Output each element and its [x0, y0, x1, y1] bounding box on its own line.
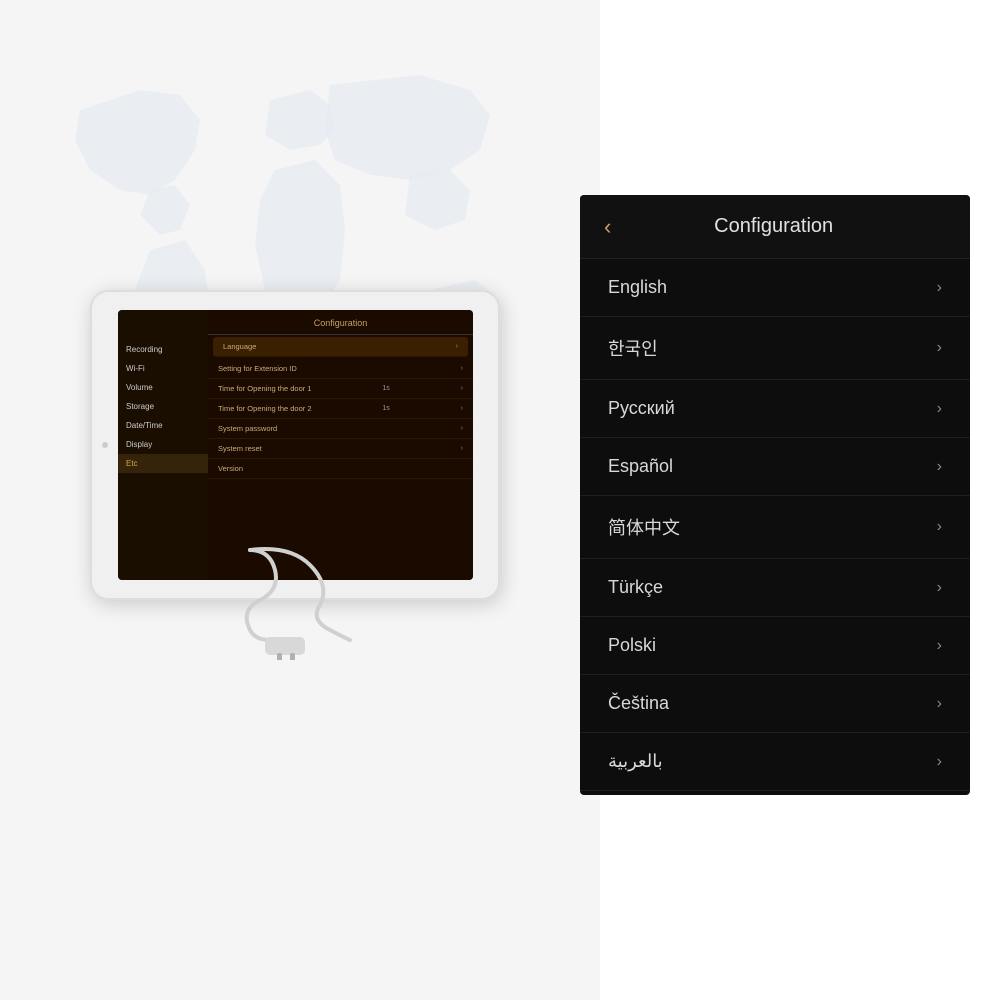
screen-config-title: Configuration — [208, 310, 473, 335]
lang-name-english: English — [608, 277, 667, 298]
lang-chevron-turkish: › — [937, 579, 942, 597]
lang-item-spanish[interactable]: Español › — [580, 438, 970, 496]
sidebar-datetime: Date/Time — [118, 416, 208, 435]
back-button[interactable]: ‹ — [604, 216, 611, 238]
screen-menu-door2: Time for Opening the door 2 1s › — [208, 399, 473, 419]
screen-menu-extension-label: Setting for Extension ID — [218, 364, 297, 373]
lang-name-polish: Polski — [608, 635, 656, 656]
lang-item-arabic[interactable]: بالعربية › — [580, 733, 970, 791]
lang-name-turkish: Türkçe — [608, 577, 663, 598]
lang-panel-header: ‹ Configuration — [580, 195, 970, 259]
lang-item-korean[interactable]: 한국인 › — [580, 317, 970, 380]
screen-menu-reset: System reset › — [208, 439, 473, 459]
lang-name-chinese: 简体中文 — [608, 514, 680, 540]
tablet-camera — [102, 442, 108, 448]
screen-menu-language-label: Language — [223, 342, 256, 351]
lang-chevron-arabic: › — [937, 753, 942, 771]
screen-menu-language: Language › — [213, 337, 468, 357]
lang-chevron-russian: › — [937, 400, 942, 418]
lang-item-polish[interactable]: Polski › — [580, 617, 970, 675]
sidebar-etc: Etc — [118, 454, 208, 473]
tablet-device: Recording Wi-Fi Volume Storage Date/Time… — [40, 280, 540, 660]
lang-item-czech[interactable]: Čeština › — [580, 675, 970, 733]
power-cable — [190, 540, 390, 660]
lang-item-chinese[interactable]: 简体中文 › — [580, 496, 970, 559]
language-list: English › 한국인 › Русский › Español › 简体中文… — [580, 259, 970, 795]
screen-menu-password-label: System password — [218, 424, 277, 433]
sidebar-volume: Volume — [118, 378, 208, 397]
lang-name-arabic: بالعربية — [608, 751, 663, 772]
screen-menu-door1-label: Time for Opening the door 1 — [218, 384, 312, 393]
lang-name-russian: Русский — [608, 398, 675, 419]
lang-name-korean: 한국인 — [608, 335, 658, 361]
screen-menu-door1: Time for Opening the door 1 1s › — [208, 379, 473, 399]
lang-name-spanish: Español — [608, 456, 673, 477]
screen-menu-version: Version — [208, 459, 473, 479]
lang-panel-title: Configuration — [621, 215, 946, 238]
screen-menu-password: System password › — [208, 419, 473, 439]
language-selection-panel: ‹ Configuration English › 한국인 › Русский … — [580, 195, 970, 795]
sidebar-recording: Recording — [118, 340, 208, 359]
lang-chevron-chinese: › — [937, 518, 942, 536]
lang-chevron-english: › — [937, 279, 942, 297]
screen-menu-reset-label: System reset — [218, 444, 262, 453]
screen-menu-door2-label: Time for Opening the door 2 — [218, 404, 312, 413]
lang-chevron-czech: › — [937, 695, 942, 713]
lang-item-turkish[interactable]: Türkçe › — [580, 559, 970, 617]
sidebar-wifi: Wi-Fi — [118, 359, 208, 378]
lang-name-czech: Čeština — [608, 693, 669, 714]
lang-chevron-polish: › — [937, 637, 942, 655]
screen-menu-version-label: Version — [218, 464, 243, 473]
lang-chevron-spanish: › — [937, 458, 942, 476]
screen-menu-extension: Setting for Extension ID › — [208, 359, 473, 379]
lang-chevron-korean: › — [937, 339, 942, 357]
lang-item-english[interactable]: English › — [580, 259, 970, 317]
sidebar-storage: Storage — [118, 397, 208, 416]
lang-item-ukrainian[interactable]: Українська › — [580, 791, 970, 795]
sidebar-display: Display — [118, 435, 208, 454]
lang-item-russian[interactable]: Русский › — [580, 380, 970, 438]
